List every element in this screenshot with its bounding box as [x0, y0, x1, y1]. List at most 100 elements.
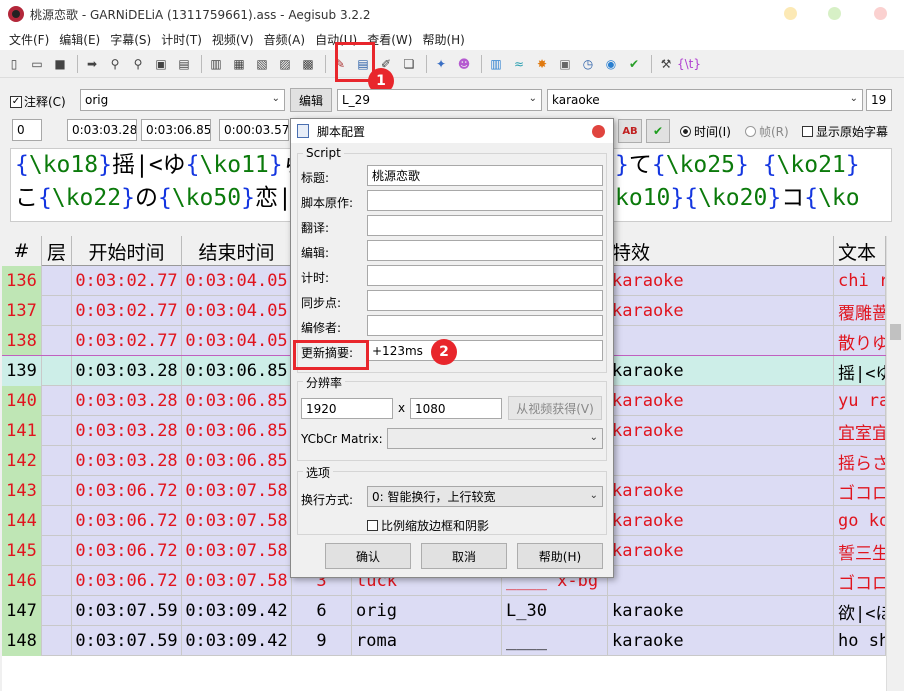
snapshot-icon[interactable]: ▣ — [151, 54, 171, 74]
cell-end: 0:03:04.05 — [182, 296, 292, 326]
cell-start: 0:03:02.77 — [72, 326, 182, 356]
cell-effect: karaoke — [608, 506, 834, 536]
table-row[interactable]: 147 0:03:07.59 0:03:09.42 6 orig L_30 karaoke 欲… — [2, 596, 886, 626]
effect-combo[interactable]: karaoke ⌄ — [547, 89, 863, 111]
start-time-field[interactable]: 0:03:03.28 — [67, 119, 137, 141]
table-row[interactable]: 148 0:03:07.59 0:03:09.42 9 roma ____ karaoke h… — [2, 626, 886, 656]
help-button[interactable]: 帮助(H) — [517, 543, 603, 569]
cell-end: 0:03:07.58 — [182, 476, 292, 506]
styling-assistant-icon[interactable]: ≈ — [509, 54, 529, 74]
menu-file[interactable]: 文件(F) — [4, 31, 54, 48]
jump-to-icon[interactable]: ➡ — [82, 54, 102, 74]
options-icon[interactable]: ⚒ — [656, 54, 676, 74]
field-input[interactable]: +123ms — [367, 340, 603, 361]
spell-checker-icon[interactable]: ✔ — [624, 54, 644, 74]
field-input[interactable] — [367, 265, 603, 286]
header-effect[interactable]: 特效 — [608, 236, 834, 266]
menu-timing[interactable]: 计时(T) — [156, 31, 207, 48]
video-details-icon[interactable]: ▨ — [275, 54, 295, 74]
menu-subtitle[interactable]: 字幕(S) — [105, 31, 156, 48]
cell-start: 0:03:02.77 — [72, 266, 182, 296]
res-height-field[interactable]: 1080 — [410, 398, 502, 419]
scale-border-checkbox[interactable]: 比例缩放边框和阴影 — [367, 517, 489, 534]
video-open-icon[interactable]: ▥ — [206, 54, 226, 74]
wrap-style-combo[interactable]: 0: 智能换行，上行较宽 ⌄ — [367, 486, 603, 507]
video-detach-icon[interactable]: ▧ — [252, 54, 272, 74]
edit-style-button[interactable]: 编辑 — [290, 88, 332, 112]
header-layer[interactable]: 层 — [42, 236, 72, 266]
from-video-button[interactable]: 从视频获得(V) — [508, 396, 602, 420]
field-input[interactable] — [367, 315, 603, 336]
video-close-icon[interactable]: ▦ — [229, 54, 249, 74]
toolbar-separator — [426, 54, 427, 73]
translation-assistant-icon[interactable]: ✸ — [532, 54, 552, 74]
header-number[interactable]: # — [2, 236, 42, 266]
open-file-icon[interactable]: ▭ — [27, 54, 47, 74]
res-width-field[interactable]: 1920 — [301, 398, 393, 419]
field-input[interactable]: 桃源恋歌 — [367, 165, 603, 186]
dialog-close-button[interactable] — [592, 125, 605, 138]
styles-manager-icon[interactable]: ▥ — [486, 54, 506, 74]
fonts-collector-icon[interactable]: ❏ — [399, 54, 419, 74]
radio-frame[interactable]: 帧(R) — [745, 123, 789, 140]
field-input[interactable] — [367, 290, 603, 311]
header-text[interactable]: 文本 — [834, 236, 886, 266]
style-combo[interactable]: orig ⌄ — [80, 89, 285, 111]
duration-field[interactable]: 0:00:03.57 — [219, 119, 289, 141]
zoom-in-icon[interactable]: ⚲ — [105, 54, 125, 74]
resolution-group — [297, 381, 607, 461]
save-icon[interactable]: ■ — [50, 54, 70, 74]
automation-icon[interactable]: ✦ — [431, 54, 451, 74]
cell-layer — [42, 566, 72, 596]
show-original-checkbox[interactable]: 显示原始字幕 — [802, 123, 888, 140]
field-input[interactable] — [367, 215, 603, 236]
maximize-button[interactable] — [828, 7, 841, 20]
show-original-label: 显示原始字幕 — [816, 125, 889, 139]
timing-postprocessor-icon[interactable]: ◷ — [578, 54, 598, 74]
cancel-button[interactable]: 取消 — [421, 543, 507, 569]
scrollbar-thumb[interactable] — [890, 324, 901, 340]
field-input[interactable] — [367, 190, 603, 211]
cell-layer — [42, 416, 72, 446]
margin-field[interactable]: 19 — [866, 89, 892, 111]
checkbox-unchecked-icon — [802, 126, 813, 137]
radio-frame-label: 帧(R) — [759, 125, 789, 139]
snapshot-clipboard-icon[interactable]: ▤ — [174, 54, 194, 74]
comment-checkbox[interactable]: ✓ 注释(C) — [10, 93, 66, 110]
cell-text: go ko — [834, 506, 886, 536]
menu-audio[interactable]: 音频(A) — [259, 31, 311, 48]
cell-start: 0:03:03.28 — [72, 446, 182, 476]
kanji-timer-icon[interactable]: ◉ — [601, 54, 621, 74]
actor-combo[interactable]: L_29 ⌄ — [337, 89, 542, 111]
cell-layer — [42, 326, 72, 356]
menu-bar: 文件(F) 编辑(E) 字幕(S) 计时(T) 视频(V) 音频(A) 自动(U… — [0, 28, 904, 50]
tag-toggle-icon[interactable]: {\t} — [677, 54, 701, 74]
cell-start: 0:03:02.77 — [72, 296, 182, 326]
ok-button[interactable]: 确认 — [325, 543, 411, 569]
resample-icon[interactable]: ▣ — [555, 54, 575, 74]
cell-layer — [42, 506, 72, 536]
layer-spinner[interactable]: 0 — [12, 119, 42, 141]
end-time-field[interactable]: 0:03:06.85 — [141, 119, 211, 141]
chevron-down-icon: ⌄ — [589, 432, 598, 443]
keyframes-icon[interactable]: ▩ — [298, 54, 318, 74]
menu-help[interactable]: 帮助(H) — [417, 31, 469, 48]
cell-text: 摇らさ — [834, 446, 886, 476]
menu-edit[interactable]: 编辑(E) — [54, 31, 105, 48]
close-button[interactable] — [874, 7, 887, 20]
new-file-icon[interactable]: ▯ — [4, 54, 24, 74]
ab-button[interactable]: AB — [618, 119, 642, 143]
zoom-out-icon[interactable]: ⚲ — [128, 54, 148, 74]
header-start[interactable]: 开始时间 — [72, 236, 182, 266]
minimize-button[interactable] — [784, 7, 797, 20]
commit-check-icon[interactable]: ✔ — [646, 119, 670, 143]
grid-scrollbar[interactable] — [886, 236, 904, 691]
toolbar-separator — [201, 54, 202, 73]
cell-text: ゴコロ — [834, 566, 886, 596]
field-input[interactable] — [367, 240, 603, 261]
menu-video[interactable]: 视频(V) — [207, 31, 259, 48]
ycbcr-combo[interactable]: ⌄ — [387, 428, 603, 449]
radio-time[interactable]: 时间(I) — [680, 123, 731, 140]
header-end[interactable]: 结束时间 — [182, 236, 292, 266]
avatar-icon[interactable]: ☻ — [454, 54, 474, 74]
